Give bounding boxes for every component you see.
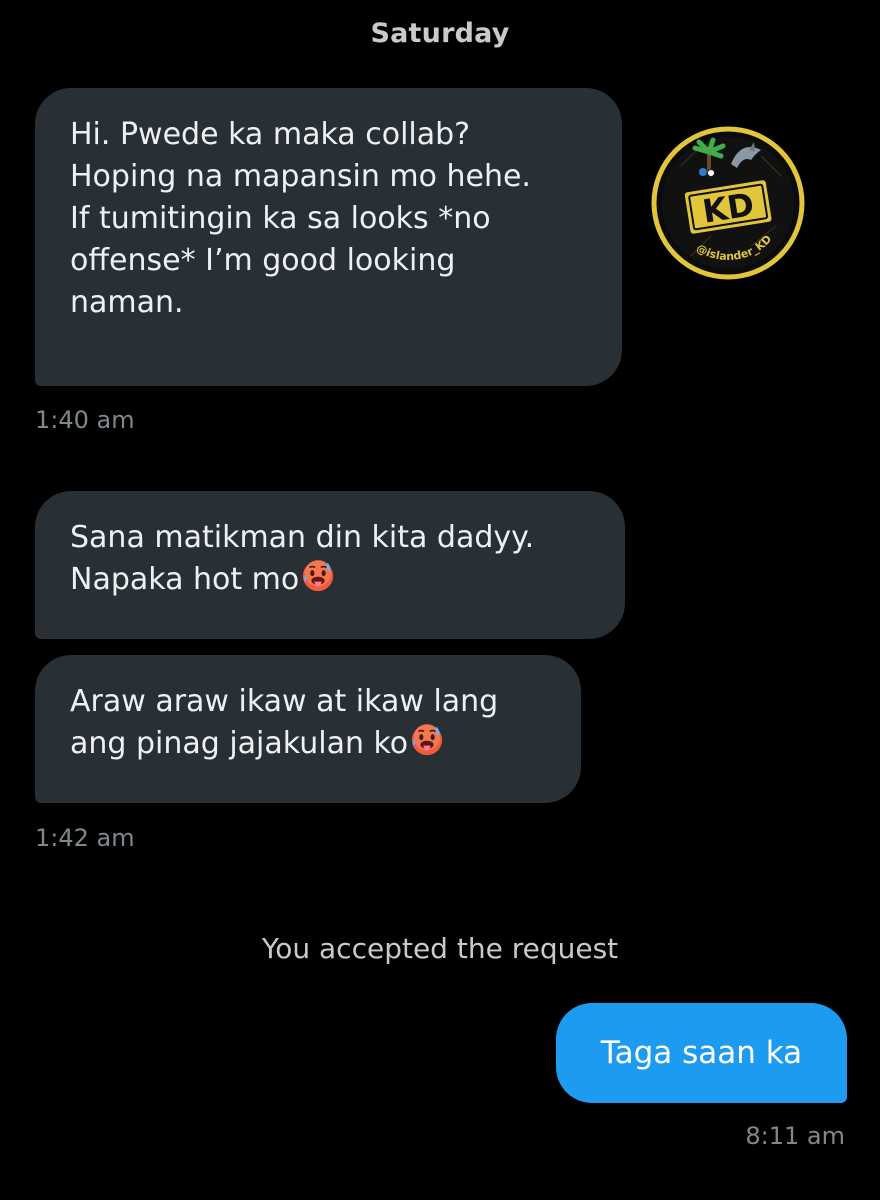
request-accepted-notice: You accepted the request xyxy=(261,932,619,965)
kd-logo-avatar-icon[interactable]: KD @islander_KD xyxy=(651,126,805,280)
message-bubble-outgoing[interactable]: Taga saan ka xyxy=(556,1003,847,1103)
date-header: Saturday xyxy=(370,18,510,49)
hot-face-emoji-icon xyxy=(303,559,334,592)
message-text: Hi. Pwede ka maka collab? Hoping na mapa… xyxy=(70,117,531,320)
message-timestamp: 8:11 am xyxy=(745,1122,845,1150)
logo-text: KD xyxy=(700,185,757,231)
hot-face-emoji-icon xyxy=(412,723,443,756)
message-timestamp: 1:40 am xyxy=(35,406,135,434)
message-text: Taga saan ka xyxy=(600,1035,803,1071)
message-bubble-incoming[interactable]: Araw araw ikaw at ikaw lang ang pinag ja… xyxy=(35,655,581,803)
message-bubble-incoming[interactable]: Sana matikman din kita dadyy. Napaka hot… xyxy=(35,491,625,639)
message-bubble-incoming[interactable]: Hi. Pwede ka maka collab? Hoping na mapa… xyxy=(35,88,622,386)
message-timestamp: 1:42 am xyxy=(35,824,135,852)
